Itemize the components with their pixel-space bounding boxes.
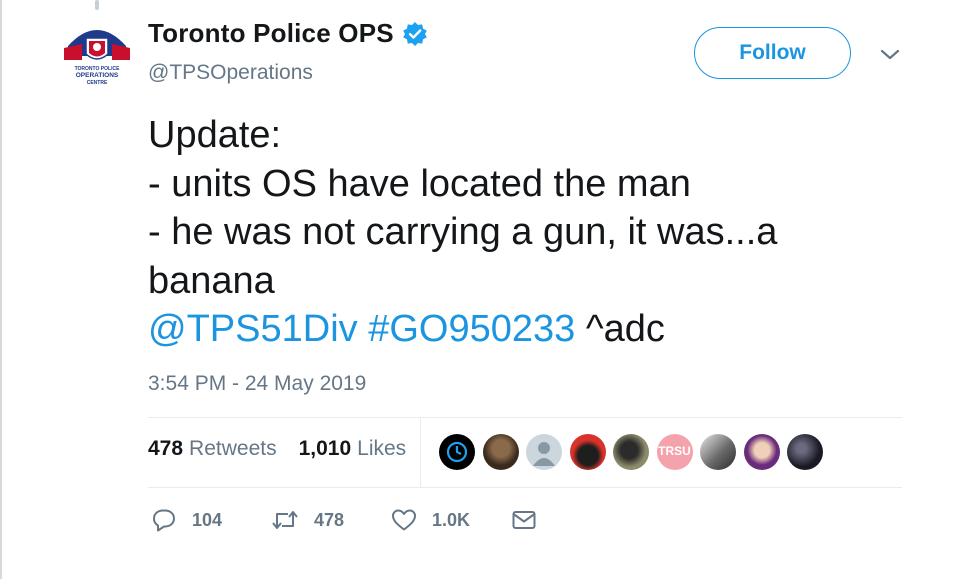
window-edge [0, 0, 2, 579]
tweet-text: Update: - units OS have located the man … [148, 111, 908, 354]
stats-separator [420, 418, 421, 487]
liker-avatar[interactable] [569, 434, 606, 470]
retweets-stat[interactable]: 478 Retweets [148, 437, 277, 461]
author-handle[interactable]: @TPSOperations [148, 61, 313, 85]
signature: ^adc [575, 308, 665, 350]
follow-button[interactable]: Follow [694, 27, 851, 79]
liker-avatar[interactable] [613, 434, 649, 470]
verified-badge-icon [402, 21, 428, 47]
like-count: 1.0K [432, 509, 471, 530]
chevron-down-icon[interactable] [878, 44, 902, 64]
reply-count: 104 [192, 509, 223, 530]
heart-icon [390, 506, 418, 534]
liker-avatar[interactable] [439, 434, 475, 470]
retweet-button[interactable]: 478 [270, 506, 390, 534]
retweets-count: 478 [148, 437, 184, 460]
tweet-line-tags: @TPS51Div #GO950233 ^adc [148, 305, 908, 354]
mention-link[interactable]: @TPS51Div [148, 308, 358, 350]
tweet-line: banana [148, 259, 275, 302]
author-name-row: Toronto Police OPS [148, 18, 428, 49]
tweet-line: - he was not carrying a gun, it was...a [148, 211, 778, 253]
liker-avatar[interactable] [700, 434, 736, 470]
likes-label: Likes [357, 437, 407, 460]
avatar[interactable]: TORONTO POLICE OPERATIONS CENTRE [60, 16, 134, 90]
likes-count: 1,010 [298, 437, 352, 460]
engagement-stats: 478 Retweets 1,010 Likes [148, 437, 406, 461]
author-name[interactable]: Toronto Police OPS [148, 18, 394, 49]
liker-avatar[interactable] [787, 434, 823, 470]
hashtag-link[interactable]: #GO950233 [368, 308, 575, 350]
divider-top [148, 417, 902, 418]
envelope-icon [510, 506, 538, 534]
thread-line [95, 0, 99, 10]
action-bar: 104 478 1.0K [150, 506, 538, 534]
liker-avatar[interactable] [482, 434, 519, 470]
liker-avatar[interactable]: TRSU [656, 434, 693, 470]
svg-text:CENTRE: CENTRE [87, 80, 108, 86]
reply-button[interactable]: 104 [150, 506, 270, 534]
reply-icon [150, 506, 178, 534]
tweet-line: Update: [148, 114, 282, 156]
svg-text:OPERATIONS: OPERATIONS [76, 72, 119, 79]
tweet-timestamp[interactable]: 3:54 PM - 24 May 2019 [148, 372, 366, 396]
likes-stat[interactable]: 1,010 Likes [299, 437, 407, 461]
retweets-label: Retweets [189, 437, 277, 460]
retweet-icon [270, 506, 300, 534]
retweet-count: 478 [314, 509, 345, 530]
tweet-line: - units OS have located the man [148, 162, 691, 205]
likers-avatars: TRSU [439, 434, 831, 470]
like-button[interactable]: 1.0K [390, 506, 510, 534]
divider-bottom [148, 487, 902, 488]
trsu-logo-text: TRSU [658, 444, 691, 458]
direct-message-button[interactable] [510, 506, 538, 534]
liker-avatar[interactable] [743, 434, 780, 470]
liker-avatar[interactable] [526, 434, 562, 470]
